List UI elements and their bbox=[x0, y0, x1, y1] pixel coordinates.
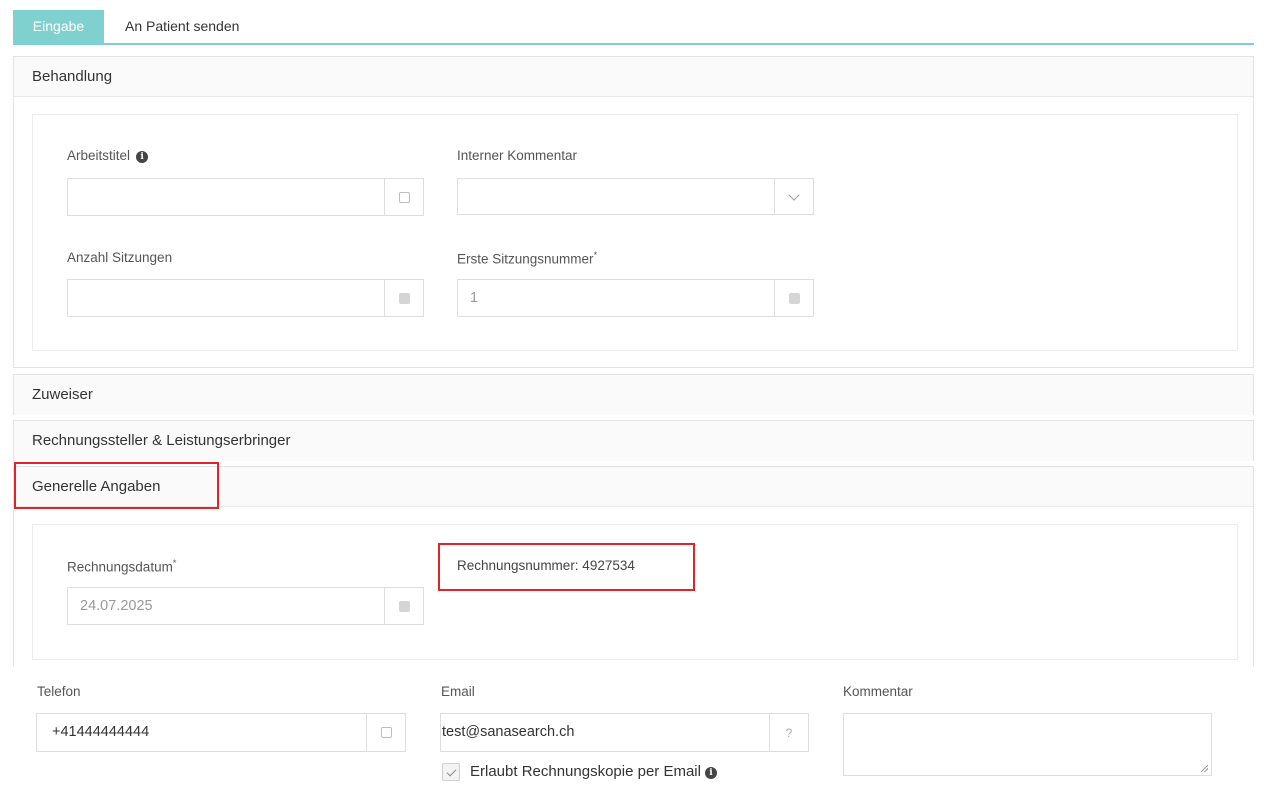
chevron-down-icon bbox=[788, 188, 800, 201]
checkbox-addon[interactable] bbox=[366, 714, 405, 751]
behandlung-panel: Behandlung Arbeitstitel i Interner Kommen… bbox=[13, 56, 1254, 368]
dropdown-toggle[interactable] bbox=[774, 179, 813, 214]
square-addon[interactable] bbox=[384, 280, 423, 316]
square-icon bbox=[788, 292, 800, 304]
interner-kommentar-select[interactable] bbox=[457, 178, 814, 215]
resize-handle[interactable] bbox=[1201, 765, 1208, 772]
divider bbox=[14, 96, 1253, 97]
kommentar-textarea[interactable] bbox=[843, 713, 1212, 776]
square-addon[interactable] bbox=[774, 280, 813, 316]
rechnungssteller-panel[interactable]: Rechnungssteller & Leistungserbringer bbox=[13, 420, 1254, 461]
zuweiser-header[interactable]: Zuweiser bbox=[14, 375, 1253, 415]
email-copy-checkbox[interactable] bbox=[442, 763, 460, 781]
kommentar-label: Kommentar bbox=[843, 684, 913, 699]
highlight-rechnungsnummer bbox=[438, 543, 695, 591]
erste-sitzungsnummer-input[interactable]: 1 bbox=[457, 279, 814, 317]
email-copy-label: Erlaubt Rechnungskopie per Email i bbox=[470, 763, 717, 780]
calendar-addon[interactable] bbox=[384, 588, 423, 624]
behandlung-header[interactable]: Behandlung bbox=[14, 57, 1253, 97]
tab-eingabe[interactable]: Eingabe bbox=[13, 10, 104, 43]
email-help-button[interactable]: ? bbox=[769, 714, 808, 751]
rechnungsdatum-input[interactable]: 24.07.2025 bbox=[67, 587, 424, 625]
info-icon[interactable]: i bbox=[136, 151, 149, 163]
square-icon bbox=[398, 292, 410, 304]
tab-bar: Eingabe An Patient senden bbox=[13, 10, 1254, 45]
info-icon[interactable]: i bbox=[704, 767, 717, 779]
checkbox-addon[interactable] bbox=[384, 179, 423, 215]
anzahl-sitzungen-input[interactable] bbox=[67, 279, 424, 317]
rechnungsdatum-label: Rechnungsdatum* bbox=[67, 558, 177, 575]
calendar-icon bbox=[398, 600, 410, 612]
behandlung-body: Arbeitstitel i Interner Kommentar Anzahl … bbox=[32, 114, 1238, 351]
check-icon bbox=[446, 766, 456, 776]
square-icon bbox=[398, 191, 410, 203]
tab-an-patient-senden[interactable]: An Patient senden bbox=[113, 10, 251, 43]
telefon-label: Telefon bbox=[37, 684, 81, 699]
question-icon: ? bbox=[785, 725, 793, 740]
arbeitstitel-label: Arbeitstitel i bbox=[67, 148, 149, 163]
square-icon bbox=[380, 727, 392, 738]
email-input[interactable]: test@sanasearch.ch ? bbox=[440, 713, 809, 752]
erste-sitzungsnummer-label: Erste Sitzungsnummer* bbox=[457, 250, 598, 267]
zuweiser-panel[interactable]: Zuweiser bbox=[13, 374, 1254, 415]
email-label: Email bbox=[441, 684, 475, 699]
interner-kommentar-label: Interner Kommentar bbox=[457, 148, 578, 163]
telefon-input[interactable]: +41444444444 bbox=[36, 713, 406, 752]
highlight-generelle-angaben bbox=[14, 462, 219, 509]
rechnungssteller-header[interactable]: Rechnungssteller & Leistungserbringer bbox=[14, 421, 1253, 461]
arbeitstitel-input[interactable] bbox=[67, 178, 424, 216]
anzahl-sitzungen-label: Anzahl Sitzungen bbox=[67, 250, 173, 265]
